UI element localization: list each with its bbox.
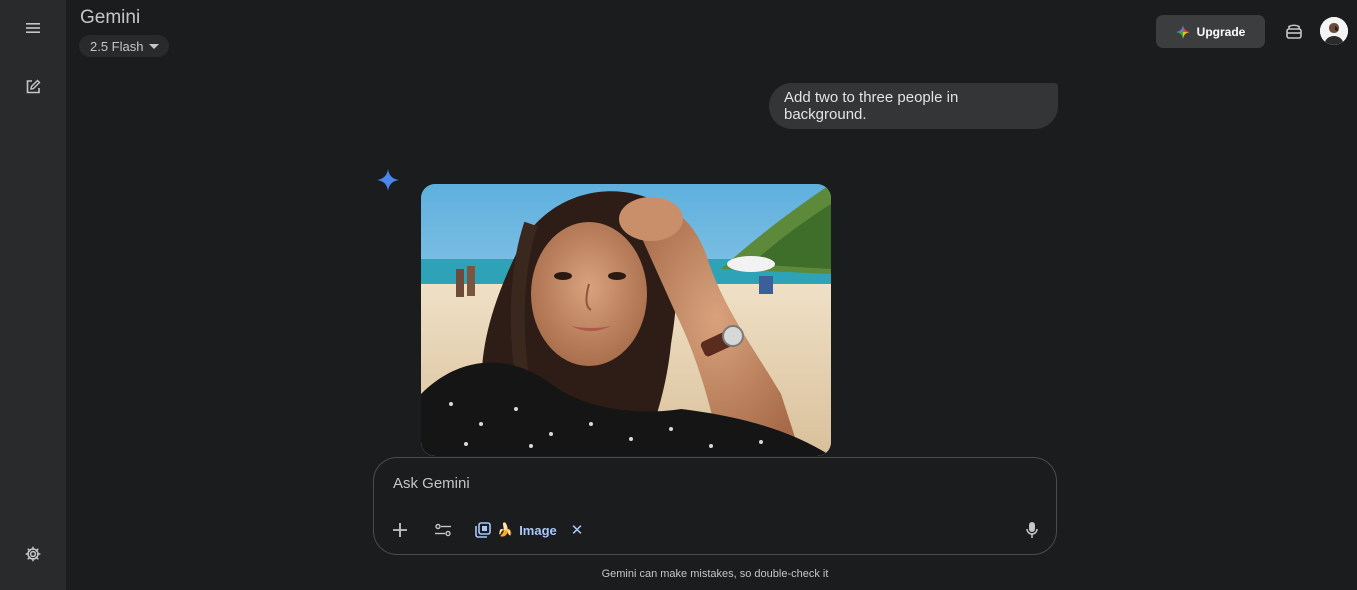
beach-portrait-image	[421, 184, 831, 456]
gemini-spark-icon	[377, 169, 399, 191]
model-selector[interactable]: 2.5 Flash	[79, 35, 170, 57]
prompt-composer[interactable]: Ask Gemini 🍌 Image ✕	[373, 457, 1057, 555]
temporary-chat-button[interactable]	[1282, 19, 1306, 43]
edit-icon	[26, 79, 41, 94]
avatar-image	[1320, 17, 1348, 45]
disclaimer-text: Gemini can make mistakes, so double-chec…	[601, 568, 829, 580]
menu-button[interactable]	[14, 9, 52, 47]
upgrade-label: Upgrade	[1196, 24, 1246, 39]
banana-emoji: 🍌	[497, 522, 514, 537]
user-message-text: Add two to three people in background.	[784, 89, 959, 123]
avatar[interactable]	[1320, 17, 1348, 45]
sidebar	[0, 0, 66, 590]
tune-icon	[435, 523, 451, 537]
chevron-down-icon	[149, 43, 160, 49]
prompt-input[interactable]: Ask Gemini	[393, 475, 470, 492]
incognito-icon	[1286, 24, 1302, 39]
new-chat-button[interactable]	[14, 68, 52, 106]
plus-icon	[393, 523, 407, 537]
microphone-button[interactable]	[1019, 517, 1045, 543]
mic-icon	[1026, 522, 1038, 538]
image-tool-chip[interactable]: 🍌 Image ✕	[475, 517, 583, 543]
user-message-bubble: Add two to three people in background.	[769, 83, 1058, 129]
gear-icon	[25, 546, 41, 562]
generated-image[interactable]	[421, 184, 831, 456]
tools-button[interactable]	[430, 517, 456, 543]
menu-icon	[26, 23, 40, 33]
image-gallery-icon	[475, 522, 491, 538]
spark-icon	[1175, 24, 1190, 39]
app-title: Gemini	[80, 7, 141, 28]
add-button[interactable]	[387, 517, 413, 543]
image-tool-label: Image	[519, 522, 557, 538]
upgrade-button[interactable]: Upgrade	[1156, 15, 1265, 48]
close-icon[interactable]: ✕	[571, 521, 584, 539]
model-label: 2.5 Flash	[90, 38, 144, 54]
